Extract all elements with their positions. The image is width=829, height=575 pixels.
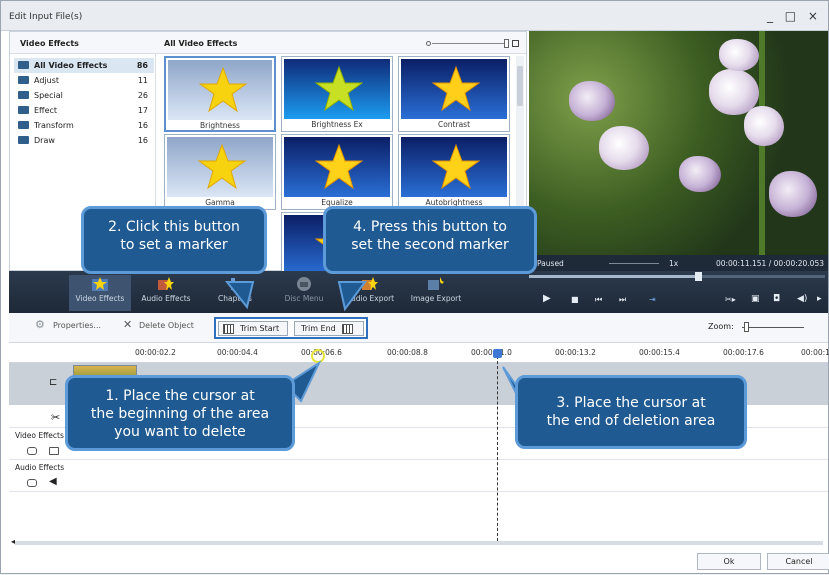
callout-line: 4. Press this button to: [353, 219, 507, 235]
callout-step-4: 4. Press this button to set the second m…: [323, 206, 537, 274]
callout-line: the beginning of the area: [90, 406, 270, 422]
callout-line: the end of deletion area: [546, 413, 716, 429]
callout-step-3: 3. Place the cursor at the end of deleti…: [515, 375, 747, 449]
callout-line: set the second marker: [351, 237, 509, 253]
callout-line: 3. Place the cursor at: [556, 395, 706, 411]
callout-step-2: 2. Click this button to set a marker: [81, 206, 267, 274]
callout-line: to set a marker: [120, 237, 228, 253]
callout-line: you want to delete: [114, 424, 246, 440]
callout-line: 1. Place the cursor at: [105, 388, 255, 404]
callout-step-1: 1. Place the cursor at the beginning of …: [65, 375, 295, 451]
callout-line: 2. Click this button: [108, 219, 240, 235]
callout-pointers: [224, 281, 522, 404]
edit-input-window: Edit Input File(s) _ □ × Video Effects A…: [0, 0, 829, 574]
